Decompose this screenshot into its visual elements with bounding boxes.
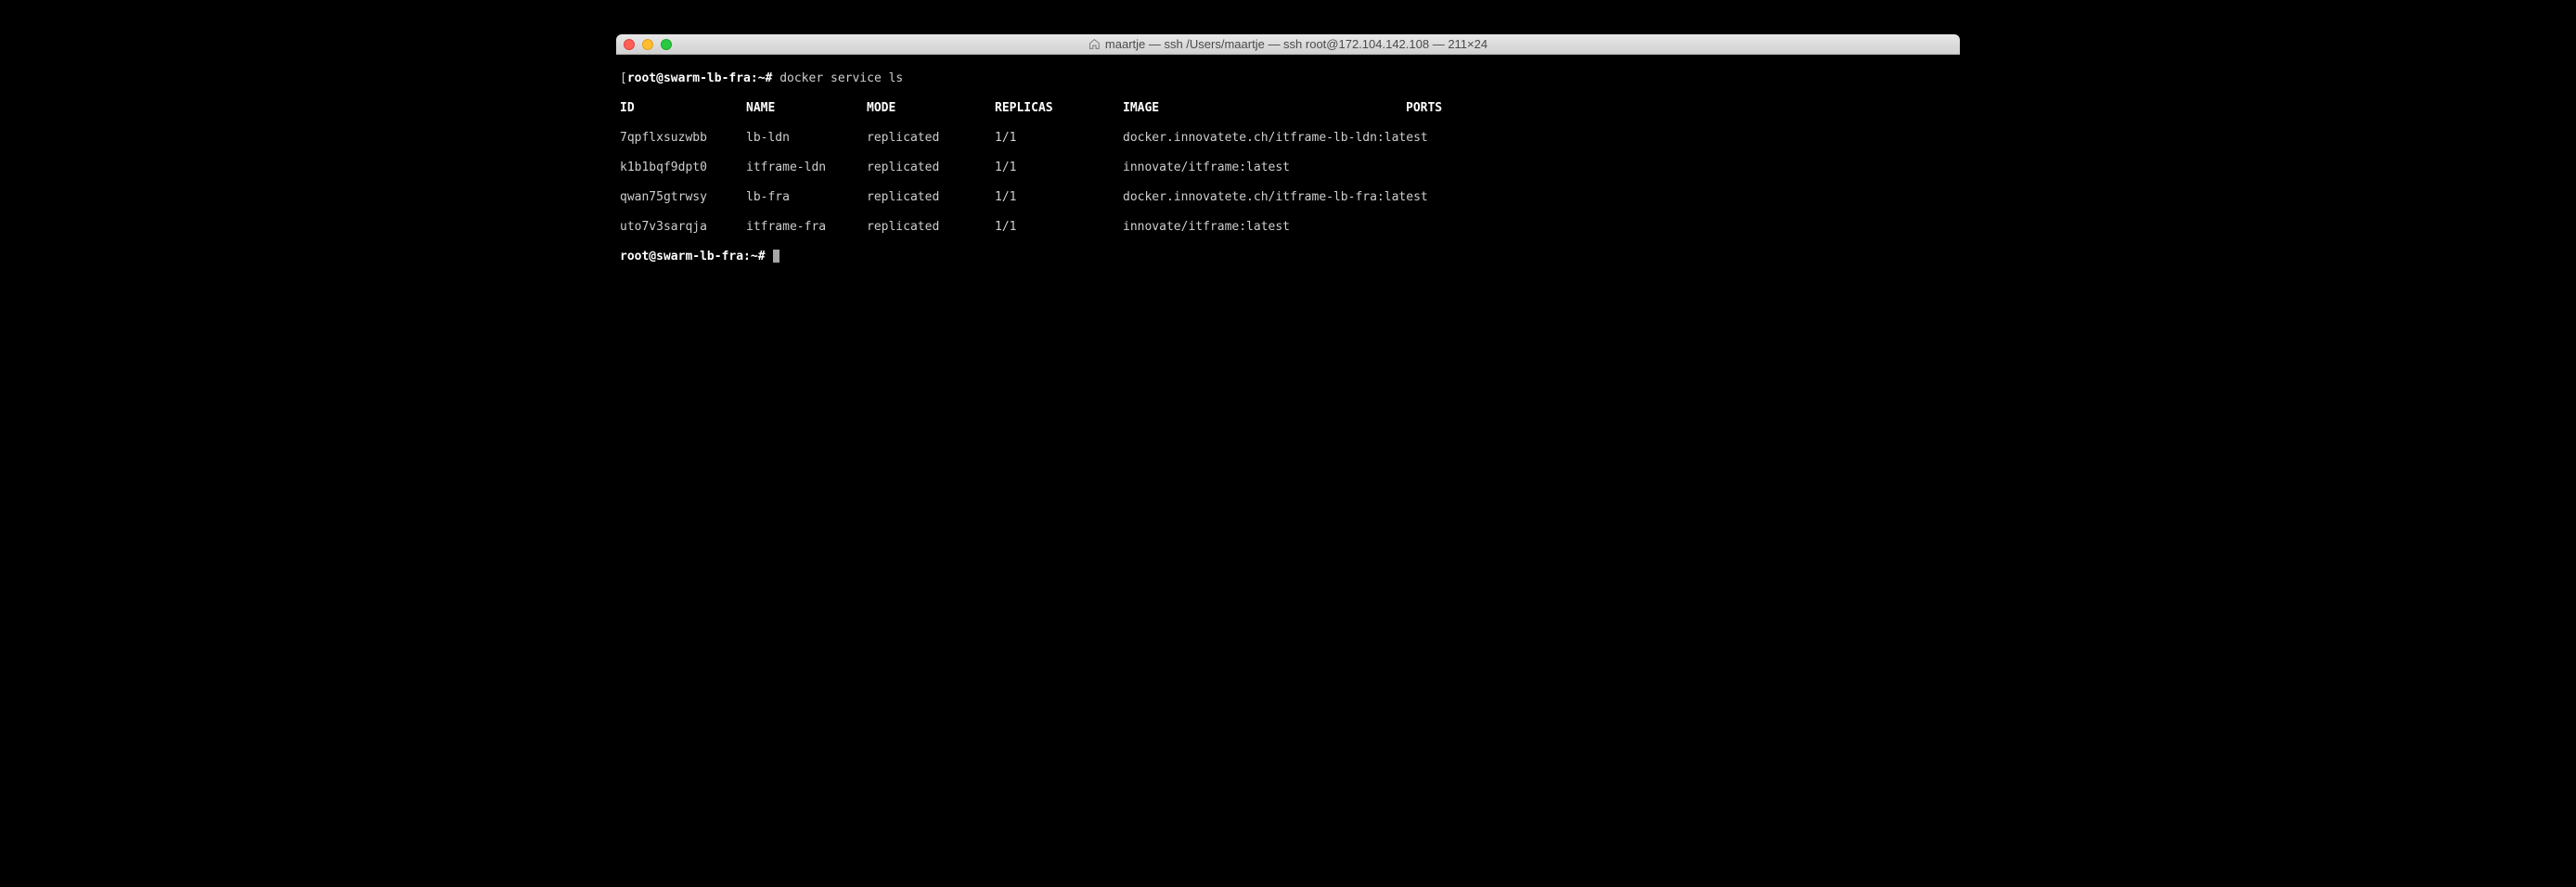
header-ports: PORTS	[1406, 101, 1499, 116]
cell-replicas: 1/1	[995, 131, 1123, 146]
cell-image: innovate/itframe:latest	[1123, 161, 1406, 175]
window-titlebar[interactable]: maartje — ssh /Users/maartje — ssh root@…	[616, 34, 1960, 55]
cell-ports	[1406, 220, 1499, 235]
cell-replicas: 1/1	[995, 190, 1123, 205]
cell-ports	[1406, 190, 1499, 205]
cell-id: uto7v3sarqja	[620, 220, 746, 235]
table-row: uto7v3sarqjaitframe-frareplicated1/1inno…	[620, 220, 1956, 235]
cell-ports	[1406, 131, 1499, 146]
header-replicas: REPLICAS	[995, 101, 1123, 116]
cell-name: itframe-ldn	[746, 161, 867, 175]
cursor	[773, 250, 779, 263]
table-row: qwan75gtrwsylb-frareplicated1/1docker.in…	[620, 190, 1956, 205]
cell-ports	[1406, 161, 1499, 175]
cell-mode: replicated	[867, 190, 995, 205]
command-line: [root@swarm-lb-fra:~# docker service ls	[620, 71, 1956, 86]
zoom-button[interactable]	[661, 39, 672, 50]
cell-name: lb-fra	[746, 190, 867, 205]
cell-replicas: 1/1	[995, 220, 1123, 235]
cell-image: docker.innovatete.ch/itframe-lb-fra:late…	[1123, 190, 1406, 205]
command-text: docker service ls	[779, 71, 903, 86]
cell-image: innovate/itframe:latest	[1123, 220, 1406, 235]
cell-mode: replicated	[867, 161, 995, 175]
cell-name: lb-ldn	[746, 131, 867, 146]
table-row: 7qpflxsuzwbblb-ldnreplicated1/1docker.in…	[620, 131, 1956, 146]
home-icon	[1088, 38, 1101, 50]
header-mode: MODE	[867, 101, 995, 116]
header-id: ID	[620, 101, 746, 116]
minimize-button[interactable]	[642, 39, 653, 50]
header-name: NAME	[746, 101, 867, 116]
traffic-lights	[624, 39, 672, 50]
table-header-row: IDNAMEMODEREPLICASIMAGEPORTS	[620, 101, 1956, 116]
terminal-content[interactable]: [root@swarm-lb-fra:~# docker service ls …	[616, 55, 1960, 418]
cell-replicas: 1/1	[995, 161, 1123, 175]
cell-mode: replicated	[867, 131, 995, 146]
cell-id: qwan75gtrwsy	[620, 190, 746, 205]
window-title: maartje — ssh /Users/maartje — ssh root@…	[1105, 37, 1488, 51]
window-title-container: maartje — ssh /Users/maartje — ssh root@…	[1088, 37, 1488, 51]
final-prompt-line: root@swarm-lb-fra:~#	[620, 250, 1956, 264]
header-image: IMAGE	[1123, 101, 1406, 116]
close-button[interactable]	[624, 39, 635, 50]
cell-image: docker.innovatete.ch/itframe-lb-ldn:late…	[1123, 131, 1406, 146]
cell-name: itframe-fra	[746, 220, 867, 235]
cell-id: 7qpflxsuzwbb	[620, 131, 746, 146]
cell-mode: replicated	[867, 220, 995, 235]
bracket-open: [	[620, 71, 627, 86]
shell-prompt: root@swarm-lb-fra:~#	[627, 71, 773, 86]
table-row: k1b1bqf9dpt0itframe-ldnreplicated1/1inno…	[620, 161, 1956, 175]
shell-prompt: root@swarm-lb-fra:~#	[620, 250, 766, 264]
cell-id: k1b1bqf9dpt0	[620, 161, 746, 175]
terminal-window: maartje — ssh /Users/maartje — ssh root@…	[616, 34, 1960, 418]
